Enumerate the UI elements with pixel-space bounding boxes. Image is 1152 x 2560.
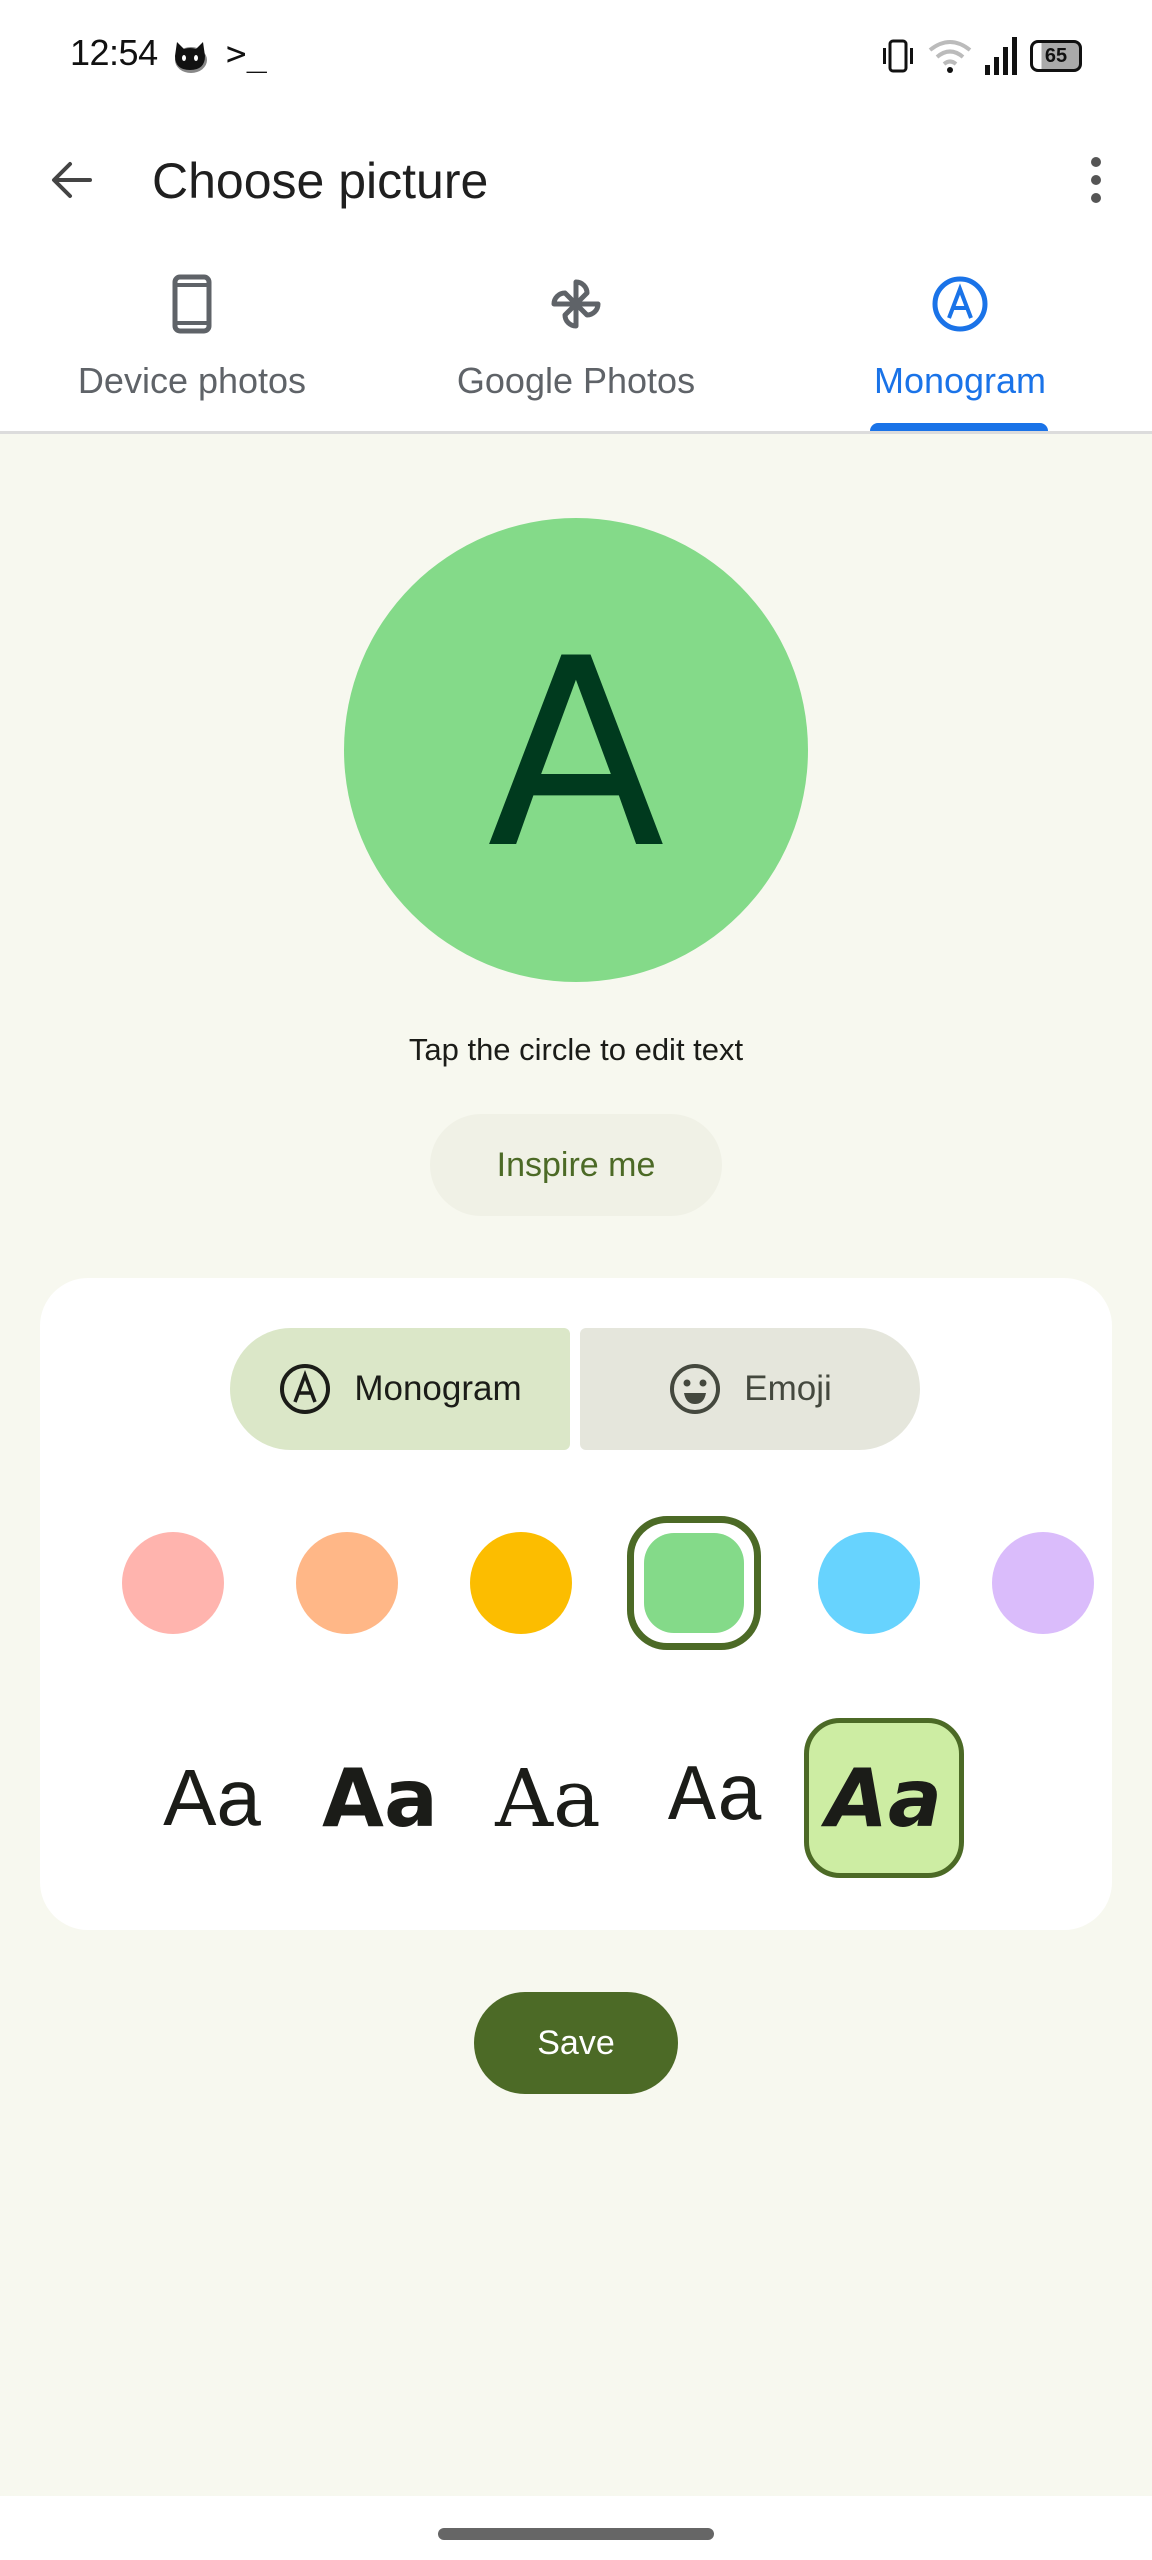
type-segmented-control: Monogram Emoji xyxy=(230,1328,920,1450)
font-option-sans-bold[interactable]: Aa xyxy=(300,1718,460,1878)
phone-icon xyxy=(172,274,212,334)
save-button[interactable]: Save xyxy=(474,1992,678,2094)
inspire-me-button[interactable]: Inspire me xyxy=(430,1114,722,1216)
tab-device-photos[interactable]: Device photos xyxy=(0,248,384,431)
source-tabs: Device photos Google Photos Monogram xyxy=(0,248,1152,434)
smiley-icon xyxy=(670,1364,721,1414)
tab-google-photos[interactable]: Google Photos xyxy=(384,248,768,431)
cat-notification-icon xyxy=(175,42,207,73)
arrow-back-icon xyxy=(52,162,92,198)
font-option-handwritten[interactable]: Aa xyxy=(804,1718,964,1878)
status-bar: 12:54 >_ 65 xyxy=(0,0,1152,112)
pinwheel-icon xyxy=(551,279,601,329)
color-swatch-yellow[interactable] xyxy=(470,1532,572,1634)
vibrate-icon xyxy=(883,39,913,73)
font-options: Aa Aa Aa Aa Aa xyxy=(80,1718,1080,1888)
terminal-icon: >_ xyxy=(226,34,267,74)
color-swatch-pink[interactable] xyxy=(122,1532,224,1634)
tab-label: Google Photos xyxy=(456,360,696,401)
monogram-avatar[interactable]: A xyxy=(344,518,808,982)
tab-monogram[interactable]: Monogram xyxy=(768,248,1152,431)
status-icons: 65 xyxy=(880,36,1082,76)
segment-label: Monogram xyxy=(354,1369,522,1408)
color-swatch-purple[interactable] xyxy=(992,1532,1094,1634)
segment-label: Emoji xyxy=(744,1369,832,1408)
font-option-mono[interactable]: Aa xyxy=(636,1718,796,1878)
color-swatch-green[interactable] xyxy=(644,1533,744,1633)
font-option-serif[interactable]: Aa xyxy=(468,1718,628,1878)
tab-label: Monogram xyxy=(873,360,1047,401)
wifi-icon xyxy=(928,40,972,73)
monogram-letter: A xyxy=(487,604,665,906)
circled-a-icon xyxy=(280,1364,331,1414)
active-tab-indicator xyxy=(870,423,1048,431)
app-bar: Choose picture xyxy=(0,112,1152,248)
battery-level: 65 xyxy=(1044,44,1068,67)
segment-monogram[interactable]: Monogram xyxy=(230,1328,570,1450)
signal-icon xyxy=(985,37,1017,75)
font-option-sans[interactable]: Aa xyxy=(132,1718,292,1878)
circled-a-icon xyxy=(932,276,988,332)
battery-icon: 65 xyxy=(1030,40,1082,72)
gesture-nav-bar xyxy=(0,2496,1152,2560)
more-options-button[interactable] xyxy=(1064,148,1128,212)
segment-emoji[interactable]: Emoji xyxy=(580,1328,920,1450)
back-button[interactable] xyxy=(40,148,104,212)
more-vert-icon xyxy=(1091,157,1101,203)
color-swatches xyxy=(122,1516,1122,1652)
tab-label: Device photos xyxy=(77,360,307,401)
color-swatch-blue[interactable] xyxy=(818,1532,920,1634)
color-swatch-orange[interactable] xyxy=(296,1532,398,1634)
home-handle[interactable] xyxy=(438,2528,714,2540)
options-card: Monogram Emoji Aa Aa Aa Aa Aa xyxy=(40,1278,1112,1930)
edit-hint: Tap the circle to edit text xyxy=(408,1032,744,1067)
status-time: 12:54 xyxy=(70,32,158,73)
page-title: Choose picture xyxy=(152,153,489,209)
